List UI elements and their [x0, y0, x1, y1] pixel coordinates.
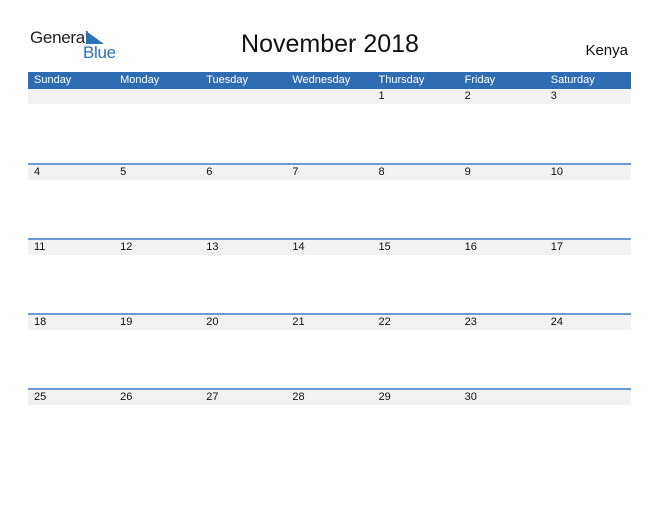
day-cell: 19: [120, 316, 133, 328]
day-cell: 25: [34, 391, 47, 403]
day-cell: 7: [292, 166, 299, 178]
day-cell: 22: [378, 316, 391, 328]
day-cell: 29: [378, 391, 391, 403]
page-title: November 2018: [241, 30, 419, 58]
day-cell: [545, 390, 631, 405]
day-cell: 26: [120, 391, 133, 403]
weekday-tuesday: Tuesday: [206, 74, 249, 86]
weekday-friday: Friday: [464, 74, 496, 86]
day-cell: 30: [464, 391, 477, 403]
day-cell: 8: [378, 166, 385, 178]
day-cell: 21: [292, 316, 305, 328]
day-cell: 20: [206, 316, 219, 328]
day-cell: 3: [550, 90, 557, 102]
day-cell: 14: [292, 241, 305, 253]
day-cell: 6: [206, 166, 213, 178]
weekday-monday: Monday: [120, 74, 160, 86]
weekday-wednesday: Wednesday: [292, 74, 351, 86]
weekday-header: Sunday Monday Tuesday Wednesday Thursday…: [28, 72, 631, 89]
day-cell: 23: [464, 316, 477, 328]
day-cell: 4: [34, 166, 41, 178]
day-cell: [200, 89, 286, 104]
day-cell: 10: [550, 166, 563, 178]
day-cell: [286, 89, 372, 104]
weekday-sunday: Sunday: [34, 74, 72, 86]
day-cell: 1: [378, 90, 385, 102]
day-cell: [114, 89, 200, 104]
day-cell: 27: [206, 391, 219, 403]
day-cell: 13: [206, 241, 219, 253]
day-cell: 15: [378, 241, 391, 253]
day-cell: 5: [120, 166, 127, 178]
week-row: 25 26 27 28 29 30: [28, 388, 631, 405]
weekday-thursday: Thursday: [378, 74, 425, 86]
day-cell: 18: [34, 316, 47, 328]
day-cell: 9: [464, 166, 471, 178]
day-cell: 11: [34, 241, 46, 253]
day-cell: 12: [120, 241, 133, 253]
week-row: 11 12 13 14 15 16 17: [28, 238, 631, 255]
country-label: Kenya: [585, 42, 628, 59]
day-cell: 28: [292, 391, 305, 403]
day-cell: 24: [550, 316, 563, 328]
day-cell: 16: [464, 241, 477, 253]
day-cell: [28, 89, 114, 104]
week-row: 18 19 20 21 22 23 24: [28, 313, 631, 330]
day-cell: 2: [464, 90, 471, 102]
week-row: 4 5 6 7 8 9 10: [28, 163, 631, 180]
weekday-saturday: Saturday: [550, 74, 595, 86]
day-cell: 17: [550, 241, 563, 253]
week-row: 1 2 3: [28, 89, 631, 104]
